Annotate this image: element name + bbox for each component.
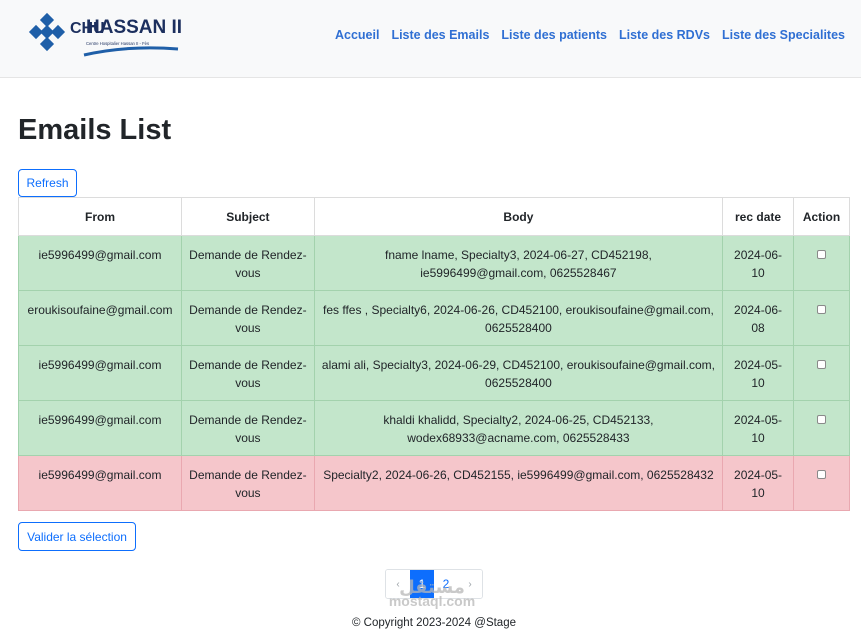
cell-rec-date: 2024-06-10 <box>722 235 794 291</box>
table-row: ie5996499@gmail.com Demande de Rendez-vou… <box>18 455 850 511</box>
row-select-checkbox[interactable] <box>817 305 826 314</box>
cell-from: ie5996499@gmail.com <box>18 235 182 291</box>
cell-subject: Demande de Rendez-vous <box>180 400 315 456</box>
cell-rec-date: 2024-05-10 <box>722 400 794 456</box>
cell-body: alami ali, Specialty3, 2024-06-29, CD452… <box>313 345 724 401</box>
table-row: ie5996499@gmail.com Demande de Rendez-vou… <box>18 400 850 456</box>
cell-body: fes ffes , Specialty6, 2024-06-26, CD452… <box>313 290 724 346</box>
footer-copyright: © Copyright 2023-2024 @Stage <box>352 617 516 629</box>
page-title: Emails List <box>18 114 172 146</box>
table-row: ie5996499@gmail.com Demande de Rendez-vou… <box>18 345 850 401</box>
cell-rec-date: 2024-06-08 <box>722 290 794 346</box>
cell-action <box>793 455 850 511</box>
watermark: مستقل mostaql.com <box>380 577 484 609</box>
nav-links: Accueil Liste des Emails Liste des patie… <box>335 28 845 42</box>
cell-action <box>793 345 850 401</box>
nav-link-accueil[interactable]: Accueil <box>335 28 379 42</box>
row-select-checkbox[interactable] <box>817 415 826 424</box>
chu-hassan-logo[interactable]: CHU HASSAN II Centre Hospitalier Hassan … <box>28 9 188 63</box>
cell-rec-date: 2024-05-10 <box>722 345 794 401</box>
cell-from: ie5996499@gmail.com <box>18 345 182 401</box>
cell-from: ie5996499@gmail.com <box>18 455 182 511</box>
table-header-row: From Subject Body rec date Action <box>18 197 850 236</box>
column-header-action: Action <box>793 197 850 236</box>
cell-subject: Demande de Rendez-vous <box>180 290 315 346</box>
row-select-checkbox[interactable] <box>817 470 826 479</box>
cell-from: eroukisoufaine@gmail.com <box>18 290 182 346</box>
cell-body: fname lname, Specialty3, 2024-06-27, CD4… <box>313 235 724 291</box>
cell-action <box>793 235 850 291</box>
table-row: eroukisoufaine@gmail.com Demande de Rende… <box>18 290 850 346</box>
cell-action <box>793 290 850 346</box>
column-header-rec-date: rec date <box>722 197 794 236</box>
table-row: ie5996499@gmail.com Demande de Rendez-vou… <box>18 235 850 291</box>
cell-subject: Demande de Rendez-vous <box>180 455 315 511</box>
svg-text:Centre Hospitalier Hassan II -: Centre Hospitalier Hassan II - Fès <box>86 41 149 46</box>
nav-link-emails[interactable]: Liste des Emails <box>391 28 489 42</box>
svg-text:HASSAN II: HASSAN II <box>86 17 182 38</box>
column-header-from: From <box>18 197 182 236</box>
cell-action <box>793 400 850 456</box>
navbar: CHU HASSAN II Centre Hospitalier Hassan … <box>0 0 861 78</box>
row-select-checkbox[interactable] <box>817 360 826 369</box>
table-body: ie5996499@gmail.com Demande de Rendez-vou… <box>18 235 850 511</box>
watermark-arabic: مستقل <box>399 577 465 597</box>
validate-selection-button[interactable]: Valider la sélection <box>18 522 136 551</box>
logo-emblem-icon: CHU HASSAN II Centre Hospitalier Hassan … <box>28 12 182 57</box>
nav-link-specialites[interactable]: Liste des Specialites <box>722 28 845 42</box>
nav-link-patients[interactable]: Liste des patients <box>501 28 607 42</box>
cell-subject: Demande de Rendez-vous <box>180 235 315 291</box>
watermark-latin: mostaql.com <box>388 593 476 609</box>
cell-rec-date: 2024-05-10 <box>722 455 794 511</box>
column-header-body: Body <box>313 197 724 236</box>
cell-body: khaldi khalidd, Specialty2, 2024-06-25, … <box>313 400 724 456</box>
cell-subject: Demande de Rendez-vous <box>180 345 315 401</box>
refresh-button[interactable]: Refresh <box>18 169 77 197</box>
cell-from: ie5996499@gmail.com <box>18 400 182 456</box>
row-select-checkbox[interactable] <box>817 250 826 259</box>
column-header-subject: Subject <box>180 197 315 236</box>
nav-link-rdvs[interactable]: Liste des RDVs <box>619 28 710 42</box>
emails-table: From Subject Body rec date Action ie5996… <box>18 197 850 511</box>
cell-body: Specialty2, 2024-06-26, CD452155, ie5996… <box>313 455 724 511</box>
